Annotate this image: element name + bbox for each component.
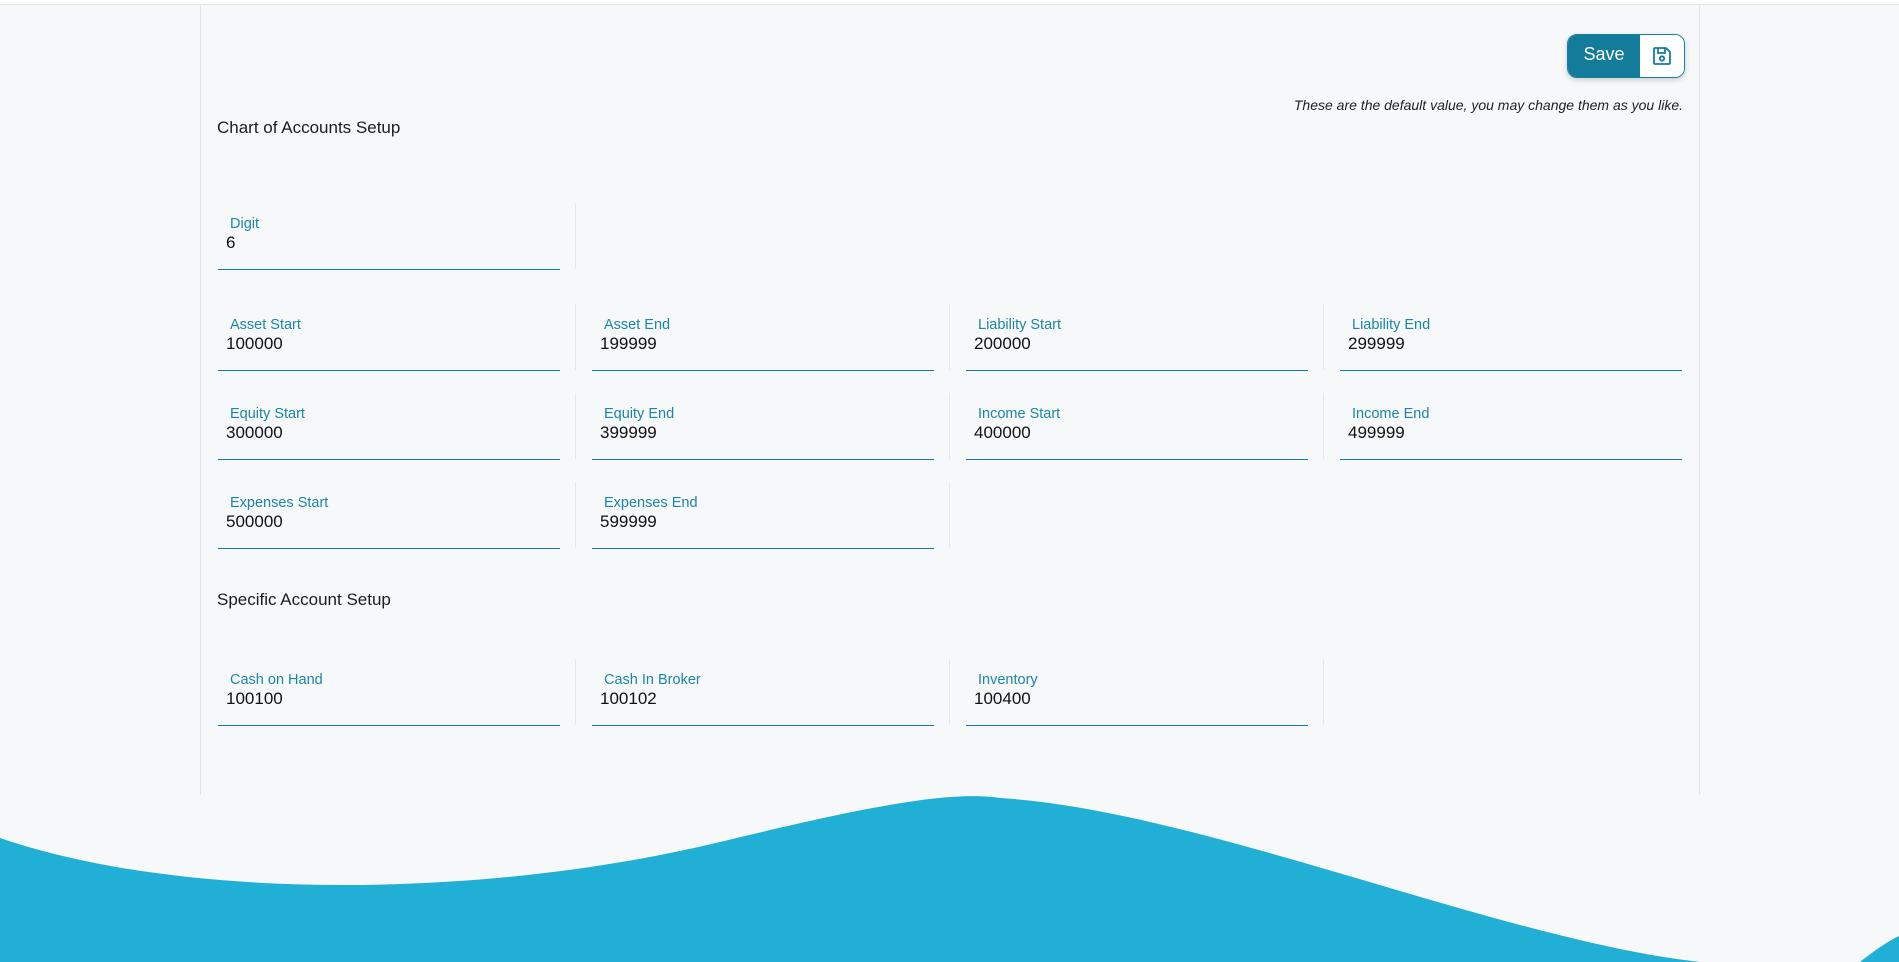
digit-label: Digit — [230, 216, 260, 232]
equity-start-label: Equity Start — [230, 406, 305, 422]
asset-start-label: Asset Start — [230, 317, 301, 333]
field-divider — [949, 659, 950, 725]
field-divider — [575, 393, 576, 459]
liability-start-input[interactable] — [974, 334, 1294, 354]
field-divider — [575, 659, 576, 725]
field-divider — [949, 393, 950, 459]
expenses-end-input[interactable] — [600, 512, 920, 532]
cash-on-hand-label: Cash on Hand — [230, 672, 323, 688]
asset-start-field[interactable]: Asset Start — [218, 304, 560, 371]
cash-on-hand-field[interactable]: Cash on Hand — [218, 659, 560, 726]
liability-end-input[interactable] — [1348, 334, 1668, 354]
field-divider — [949, 304, 950, 370]
default-values-hint: These are the default value, you may cha… — [1293, 97, 1683, 113]
equity-end-field[interactable]: Equity End — [592, 393, 934, 460]
chart-of-accounts-title: Chart of Accounts Setup — [217, 118, 401, 137]
inventory-label: Inventory — [978, 672, 1038, 688]
field-divider — [575, 203, 576, 269]
income-start-input[interactable] — [974, 423, 1294, 443]
asset-end-input[interactable] — [600, 334, 920, 354]
field-divider — [1323, 659, 1324, 725]
liability-start-field[interactable]: Liability Start — [966, 304, 1308, 371]
liability-start-label: Liability Start — [978, 317, 1062, 333]
equity-end-label: Equity End — [604, 406, 675, 422]
cash-in-broker-field[interactable]: Cash In Broker — [592, 659, 934, 726]
field-divider — [575, 482, 576, 548]
cash-on-hand-input[interactable] — [226, 689, 546, 709]
cash-in-broker-label: Cash In Broker — [604, 672, 701, 688]
decorative-wave — [0, 796, 1899, 962]
asset-start-input[interactable] — [226, 334, 546, 354]
field-divider — [1323, 304, 1324, 370]
field-divider — [949, 482, 950, 548]
field-divider — [1323, 393, 1324, 459]
save-button-group[interactable]: Save — [1567, 34, 1685, 78]
equity-start-input[interactable] — [226, 423, 546, 443]
income-end-input[interactable] — [1348, 423, 1668, 443]
equity-start-field[interactable]: Equity Start — [218, 393, 560, 460]
expenses-start-input[interactable] — [226, 512, 546, 532]
expenses-end-label: Expenses End — [604, 495, 698, 511]
digit-input[interactable] — [226, 233, 546, 253]
income-end-label: Income End — [1352, 406, 1430, 422]
asset-end-field[interactable]: Asset End — [592, 304, 934, 371]
liability-end-label: Liability End — [1352, 317, 1431, 333]
asset-end-label: Asset End — [604, 317, 671, 333]
save-button[interactable]: Save — [1568, 35, 1640, 77]
setup-panel: Save These are the default value, you ma… — [200, 5, 1700, 795]
expenses-start-label: Expenses Start — [230, 495, 329, 511]
expenses-start-field[interactable]: Expenses Start — [218, 482, 560, 549]
income-start-field[interactable]: Income Start — [966, 393, 1308, 460]
field-divider — [575, 304, 576, 370]
specific-account-title: Specific Account Setup — [217, 590, 391, 609]
inventory-field[interactable]: Inventory — [966, 659, 1308, 726]
income-start-label: Income Start — [978, 406, 1061, 422]
expenses-end-field[interactable]: Expenses End — [592, 482, 934, 549]
income-end-field[interactable]: Income End — [1340, 393, 1682, 460]
inventory-input[interactable] — [974, 689, 1294, 709]
save-icon-button[interactable] — [1640, 35, 1684, 77]
digit-field[interactable]: Digit — [218, 203, 560, 270]
cash-in-broker-input[interactable] — [600, 689, 920, 709]
liability-end-field[interactable]: Liability End — [1340, 304, 1682, 371]
floppy-disk-icon — [1653, 47, 1671, 65]
equity-end-input[interactable] — [600, 423, 920, 443]
